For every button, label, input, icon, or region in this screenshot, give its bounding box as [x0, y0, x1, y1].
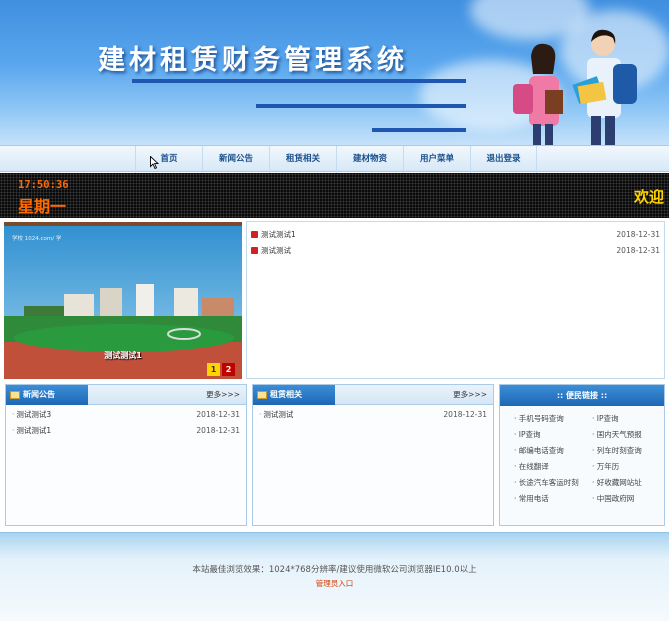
book-icon: [10, 391, 20, 399]
panel-convenience-links: :: 便民链接 :: · 手机号码查询 · IP查询 · IP查询 · 国内天气…: [499, 384, 665, 526]
header-banner: 建材租赁财务管理系统: [0, 0, 669, 145]
panel-announcements: 新闻公告 更多>>> · 测试测试3 2018-12-31 · 测试测试1 2018…: [5, 384, 247, 526]
footer: 本站最佳浏览效果：1024*768分辨率/建议使用微软公司浏览器IE10.0以上…: [0, 532, 669, 621]
link-weather[interactable]: · 国内天气预报: [592, 428, 642, 442]
panel-title: :: 便民链接 ::: [500, 385, 664, 406]
nav-rental[interactable]: 租赁相关: [269, 146, 336, 173]
decor-bar: [132, 79, 466, 83]
decor-bar: [256, 104, 466, 108]
link-bus-times[interactable]: · 长途汽车客运时刻: [514, 476, 579, 490]
more-link[interactable]: 更多>>>: [206, 385, 240, 405]
clock-weekday: 星期一: [18, 197, 67, 216]
decor-bar: [372, 128, 466, 132]
welcome-marquee: 欢迎: [633, 188, 664, 206]
link-ip-lookup-2[interactable]: · IP查询: [514, 428, 541, 442]
slide-page-1[interactable]: 1: [207, 363, 220, 376]
link-ip-lookup[interactable]: · IP查询: [592, 412, 619, 426]
students-illustration: [513, 29, 637, 145]
admin-login-link[interactable]: 管理员入口: [0, 578, 669, 589]
bullet-icon: ·: [259, 410, 262, 419]
link-train-times[interactable]: · 列车时刻查询: [592, 444, 642, 458]
panel-title: 新闻公告: [6, 385, 88, 405]
list-item[interactable]: · 测试测试3 2018-12-31: [12, 408, 240, 422]
nav-materials[interactable]: 建材物资: [336, 146, 403, 173]
link-translate[interactable]: · 在线翻译: [514, 460, 549, 474]
footer-browser-note: 本站最佳浏览效果：1024*768分辨率/建议使用微软公司浏览器IE10.0以上: [192, 565, 477, 575]
nav-logout[interactable]: 退出登录: [470, 146, 537, 173]
link-bookmarks[interactable]: · 好收藏网站址: [592, 476, 642, 490]
panel-title: 租赁相关: [253, 385, 335, 405]
more-link[interactable]: 更多>>>: [453, 385, 487, 405]
bullet-icon: ·: [12, 426, 15, 435]
panel-rental: 租赁相关 更多>>> · 测试测试 2018-12-31: [252, 384, 494, 526]
nav-home[interactable]: 首页: [135, 146, 202, 173]
link-calendar[interactable]: · 万年历: [592, 460, 619, 474]
book-icon: [257, 391, 267, 399]
nav-user-menu[interactable]: 用户菜单: [403, 146, 470, 173]
main-nav: 首页 新闻公告 租赁相关 建材物资 用户菜单 退出登录: [0, 145, 669, 173]
news-date: 2018-12-31: [616, 246, 660, 255]
link-postcode[interactable]: · 邮编电话查询: [514, 444, 564, 458]
bullet-icon: ·: [12, 410, 15, 419]
list-item[interactable]: 测试测试1 2018-12-31: [251, 228, 660, 242]
led-ticker: 17:50:36 星期一 欢迎: [0, 173, 669, 218]
list-item[interactable]: 测试测试 2018-12-31: [251, 244, 660, 258]
list-item[interactable]: · 测试测试 2018-12-31: [259, 408, 487, 422]
link-gov-site[interactable]: · 中国政府网: [592, 492, 634, 506]
link-phone-directory[interactable]: · 常用电话: [514, 492, 549, 506]
news-date: 2018-12-31: [616, 230, 660, 239]
news-title[interactable]: 测试测试1: [261, 230, 296, 239]
clock-time: 17:50:36: [18, 179, 69, 191]
image-slideshow[interactable]: 学校 1024.com/ 学 测试测试1 1 2: [4, 222, 242, 379]
news-title[interactable]: 测试测试: [261, 246, 291, 255]
news-list: 测试测试1 2018-12-31 测试测试 2018-12-31: [246, 221, 665, 379]
slide-watermark: 学校 1024.com/ 学: [12, 236, 62, 242]
nav-news[interactable]: 新闻公告: [202, 146, 269, 173]
list-item[interactable]: · 测试测试1 2018-12-31: [12, 424, 240, 438]
news-icon: [251, 231, 258, 238]
mouse-cursor-icon: [150, 156, 159, 169]
slide-caption: 测试测试1: [104, 351, 142, 360]
news-icon: [251, 247, 258, 254]
link-phone-lookup[interactable]: · 手机号码查询: [514, 412, 564, 426]
slide-page-2[interactable]: 2: [222, 363, 235, 376]
system-title: 建材租赁财务管理系统: [98, 45, 408, 76]
